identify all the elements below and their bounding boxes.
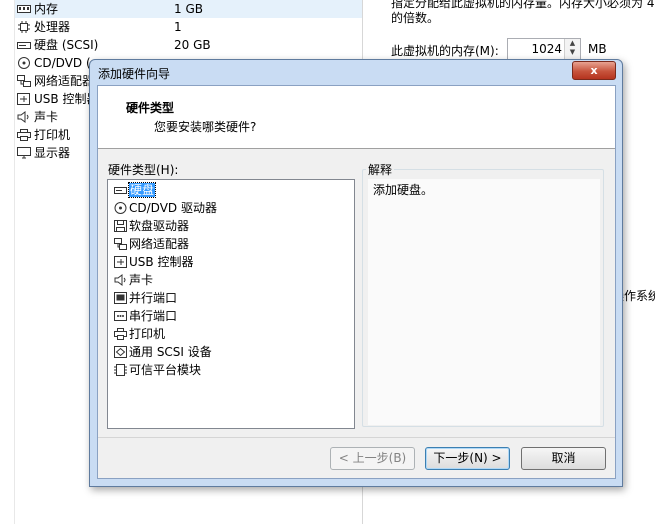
parallel-port-icon [114,291,127,304]
explanation-text: 添加硬盘。 [373,183,434,197]
list-item-label: USB 控制器 [129,255,194,269]
network-adapter-icon [17,74,31,87]
dialog-client-area: 硬件类型 您要安装哪类硬件? 硬件类型(H): 硬盘 CD/DVD 驱动器 软盘… [97,85,616,479]
device-row-network-adapter[interactable]: 网络适配器 [17,72,94,90]
explanation-legend: 解释 [366,161,395,178]
serial-port-icon [114,310,127,322]
back-button[interactable]: < 上一步(B) [330,447,415,470]
list-item-floppy[interactable]: 软盘驱动器 [114,217,189,235]
printer-icon [17,128,31,141]
hard-disk-icon [17,39,31,51]
list-item-printer[interactable]: 打印机 [114,325,165,343]
device-summary: 20 GB [174,38,211,52]
explanation-groupbox: 解释 添加硬盘。 [362,161,604,427]
hardware-type-label: 硬件类型(H): [108,163,179,177]
cd-dvd-icon [114,201,127,214]
header-subtitle: 您要安装哪类硬件? [154,120,257,134]
sound-card-icon [17,110,31,123]
display-icon [17,146,31,159]
list-item-tpm[interactable]: 可信平台模块 [114,361,201,379]
device-summary: 1 GB [174,2,203,16]
network-adapter-icon [114,237,127,250]
usb-controller-icon [114,255,127,268]
close-button[interactable]: x [572,61,616,80]
list-item-label: CD/DVD 驱动器 [129,201,217,215]
tpm-icon [114,363,127,376]
device-name: CD/DVD ( [34,56,91,70]
list-item-label: 打印机 [129,327,166,341]
list-item-sound-card[interactable]: 声卡 [114,271,153,289]
processor-icon [17,20,31,33]
list-item-label: 硬盘 [127,182,157,198]
memory-value: 1024 [531,42,562,56]
add-hardware-wizard-dialog: 添加硬件向导 x 硬件类型 您要安装哪类硬件? 硬件类型(H): 硬盘 CD/D… [89,59,623,487]
list-item-serial-port[interactable]: 串行端口 [114,307,177,325]
device-row-memory[interactable]: 内存 [17,0,58,18]
device-name: 硬盘 (SCSI) [34,38,99,52]
device-row-printer[interactable]: 打印机 [17,126,70,144]
memory-label: 此虚拟机的内存(M): [391,44,499,58]
dialog-title: 添加硬件向导 [98,67,171,81]
sound-card-icon [114,273,127,286]
close-icon: x [590,64,598,77]
list-item-cd-dvd[interactable]: CD/DVD 驱动器 [114,199,217,217]
device-name: 显示器 [34,146,71,160]
memory-icon [17,3,31,15]
spin-up-icon[interactable]: ▲ [565,39,580,48]
list-item-label: 网络适配器 [129,237,190,251]
memory-unit: MB [588,42,607,56]
device-name: 处理器 [34,20,71,34]
device-name: 网络适配器 [34,74,95,88]
scsi-device-icon [114,345,127,358]
device-row-usb-controller[interactable]: USB 控制器 [17,90,98,108]
next-button[interactable]: 下一步(N) > [425,447,510,470]
tree-divider [14,0,15,524]
device-row-cd-dvd[interactable]: CD/DVD ( [17,54,91,72]
cd-dvd-icon [17,56,31,69]
list-item-label: 声卡 [129,273,154,287]
device-name: 声卡 [34,110,59,124]
list-item-network-adapter[interactable]: 网络适配器 [114,235,189,253]
list-item-hard-disk[interactable]: 硬盘 [114,181,157,199]
list-item-label: 通用 SCSI 设备 [129,345,212,359]
footer-separator [98,437,615,438]
list-item-label: 软盘驱动器 [129,219,190,233]
device-name: 打印机 [34,128,71,142]
spin-down-icon[interactable]: ▼ [565,48,580,57]
wizard-header: 硬件类型 您要安装哪类硬件? [98,86,615,149]
printer-icon [114,327,127,340]
device-row-sound-card[interactable]: 声卡 [17,108,58,126]
device-row-hard-disk[interactable]: 硬盘 (SCSI) [17,36,98,54]
memory-spin-arrows[interactable]: ▲ ▼ [564,39,580,59]
cancel-button[interactable]: 取消 [521,447,606,470]
list-item-label: 并行端口 [129,291,178,305]
hard-disk-icon [114,184,127,196]
list-item-label: 可信平台模块 [129,363,202,377]
usb-controller-icon [17,92,31,105]
device-name: 内存 [34,2,59,16]
explanation-area [368,179,600,425]
memory-spinbox[interactable]: 1024 ▲ ▼ [507,38,581,60]
list-item-label: 串行端口 [129,309,178,323]
list-item-generic-scsi[interactable]: 通用 SCSI 设备 [114,343,212,361]
device-summary: 1 [174,20,182,34]
header-title: 硬件类型 [126,101,175,115]
memory-hint-line2: 的倍数。 [391,11,440,25]
hardware-type-list[interactable]: 硬盘 CD/DVD 驱动器 软盘驱动器 网络适配器 USB 控制器 声卡 并行端… [107,179,355,429]
list-item-parallel-port[interactable]: 并行端口 [114,289,177,307]
device-row-display[interactable]: 显示器 [17,144,70,162]
device-row-processor[interactable]: 处理器 [17,18,70,36]
floppy-icon [114,219,127,232]
list-item-usb-controller[interactable]: USB 控制器 [114,253,193,271]
